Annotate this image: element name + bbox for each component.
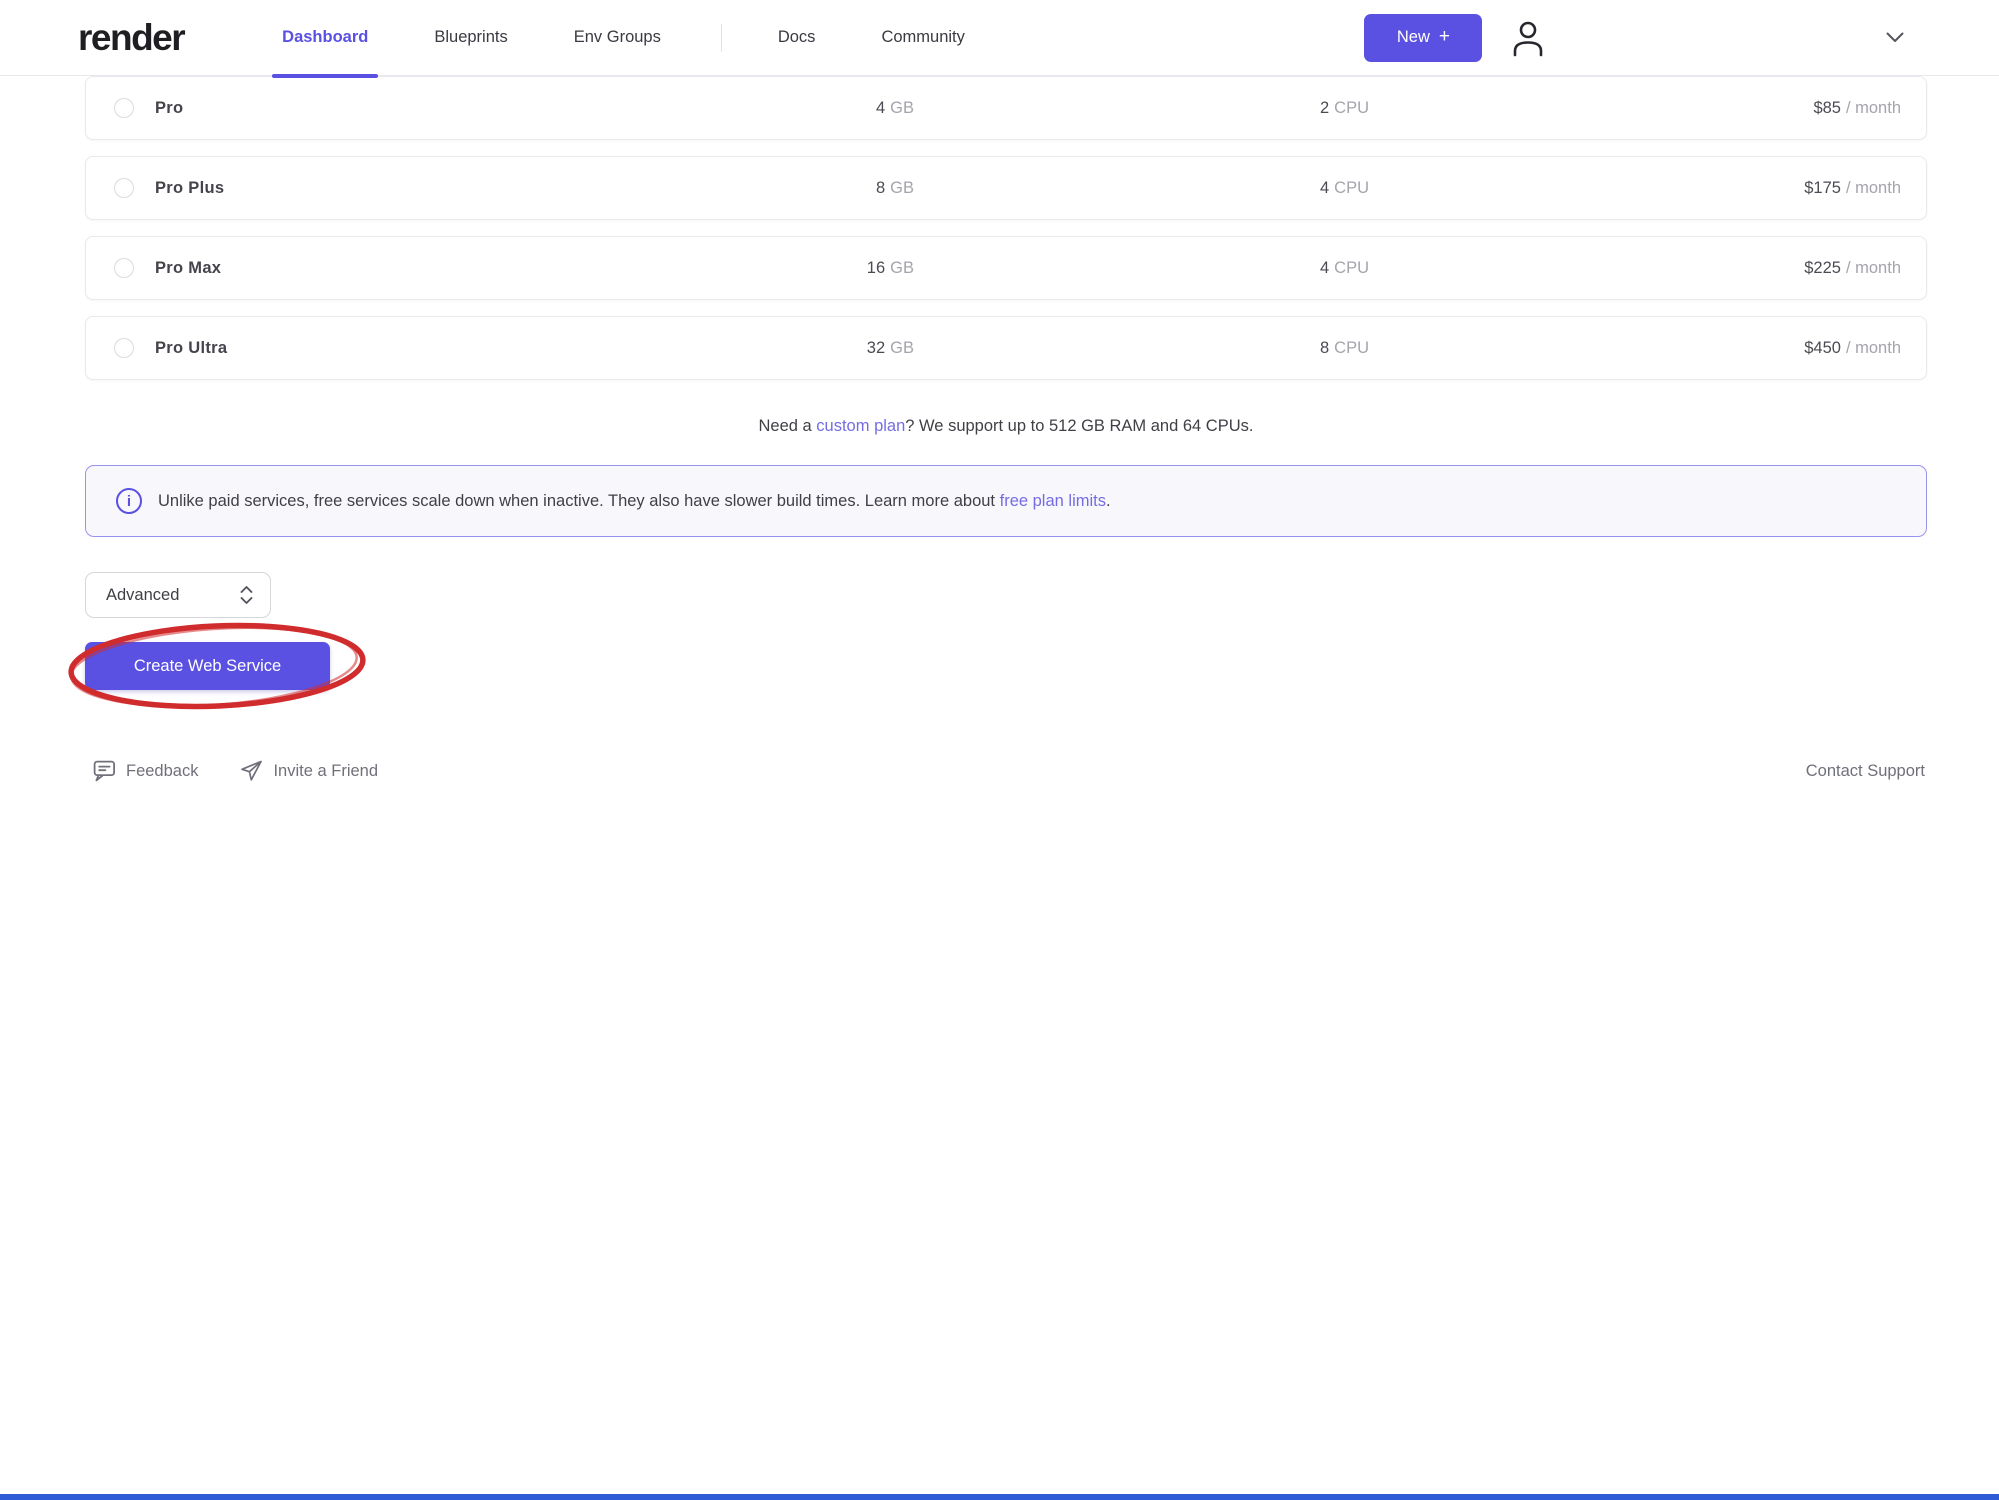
instance-plan-section: Pro 4GB 2CPU $85/ month Pro Plus 8GB 4CP…	[0, 76, 1999, 782]
plan-price: $225/ month	[1369, 259, 1901, 278]
invite-friend-label: Invite a Friend	[273, 762, 378, 781]
plan-price: $85/ month	[1369, 99, 1901, 118]
nav-divider	[721, 24, 722, 52]
plan-ram: 8GB	[794, 179, 914, 198]
info-banner-text: Unlike paid services, free services scal…	[158, 492, 1111, 511]
plan-radio[interactable]	[114, 338, 134, 358]
plan-ram: 16GB	[794, 259, 914, 278]
free-plan-info-banner: i Unlike paid services, free services sc…	[85, 465, 1927, 537]
nav-tab-label: Dashboard	[282, 28, 368, 47]
create-web-service-button[interactable]: Create Web Service	[85, 642, 330, 690]
feedback-bubble-icon	[93, 760, 116, 782]
page-footer: Feedback Invite a Friend Contact Support	[85, 760, 1927, 782]
nav-tab-label: Env Groups	[574, 28, 661, 47]
custom-plan-link[interactable]: custom plan	[816, 417, 905, 435]
plan-ram: 32GB	[794, 339, 914, 358]
plan-row-pro-plus[interactable]: Pro Plus 8GB 4CPU $175/ month	[85, 156, 1927, 220]
free-plan-limits-link[interactable]: free plan limits	[1000, 492, 1106, 510]
plan-ram: 4GB	[794, 99, 914, 118]
bottom-blue-bar	[0, 1494, 1999, 1500]
plan-price: $450/ month	[1369, 339, 1901, 358]
nav-link-docs[interactable]: Docs	[772, 0, 822, 76]
user-account-icon[interactable]	[1510, 18, 1546, 58]
feedback-label: Feedback	[126, 762, 198, 781]
plan-name: Pro Plus	[155, 179, 224, 198]
plus-icon: +	[1439, 26, 1450, 48]
nav-link-community[interactable]: Community	[875, 0, 970, 76]
new-button-label: New	[1397, 28, 1430, 47]
advanced-toggle[interactable]: Advanced	[85, 572, 271, 618]
plan-cpu: 8CPU	[914, 339, 1369, 358]
plan-row-pro-max[interactable]: Pro Max 16GB 4CPU $225/ month	[85, 236, 1927, 300]
new-button[interactable]: New +	[1364, 14, 1482, 62]
chevron-down-icon[interactable]	[1886, 32, 1904, 43]
nav-link-label: Docs	[778, 28, 816, 47]
feedback-link[interactable]: Feedback	[93, 760, 198, 782]
plan-cpu: 2CPU	[914, 99, 1369, 118]
advanced-label: Advanced	[106, 586, 179, 605]
contact-support-label: Contact Support	[1806, 762, 1925, 781]
nav-tab-blueprints[interactable]: Blueprints	[428, 0, 513, 76]
nav-tab-env-groups[interactable]: Env Groups	[568, 0, 667, 76]
custom-plan-note: Need a custom plan? We support up to 512…	[85, 415, 1927, 437]
nav-link-label: Community	[881, 28, 964, 47]
plan-name: Pro Ultra	[155, 339, 227, 358]
plan-name: Pro	[155, 99, 183, 118]
plan-table: Pro 4GB 2CPU $85/ month Pro Plus 8GB 4CP…	[85, 76, 1927, 380]
contact-support-link[interactable]: Contact Support	[1806, 762, 1925, 781]
invite-friend-link[interactable]: Invite a Friend	[240, 760, 378, 782]
plan-row-pro-ultra[interactable]: Pro Ultra 32GB 8CPU $450/ month	[85, 316, 1927, 380]
plan-radio[interactable]	[114, 178, 134, 198]
render-logo[interactable]: render	[78, 17, 184, 59]
nav-tab-label: Blueprints	[434, 28, 507, 47]
nav-tab-dashboard[interactable]: Dashboard	[276, 0, 374, 76]
top-navbar: render Dashboard Blueprints Env Groups D…	[0, 0, 1999, 76]
plan-cpu: 4CPU	[914, 179, 1369, 198]
plan-row-pro[interactable]: Pro 4GB 2CPU $85/ month	[85, 76, 1927, 140]
plan-radio[interactable]	[114, 98, 134, 118]
plan-radio[interactable]	[114, 258, 134, 278]
plan-name: Pro Max	[155, 259, 221, 278]
create-button-area: Create Web Service	[85, 642, 445, 690]
unfold-chevrons-icon	[239, 585, 254, 605]
plan-cpu: 4CPU	[914, 259, 1369, 278]
info-icon: i	[116, 488, 142, 514]
paper-plane-icon	[240, 760, 263, 782]
plan-price: $175/ month	[1369, 179, 1901, 198]
